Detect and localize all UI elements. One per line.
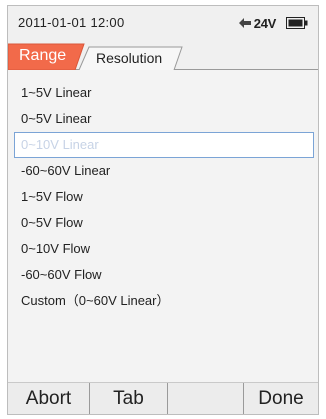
device-screen: 2011-01-01 12:00 24V Range Resolution 1~… [7,5,319,415]
abort-button[interactable]: Abort [8,383,90,414]
list-item-selected[interactable]: 0~10V Linear [14,132,314,158]
range-list: 1~5V Linear 0~5V Linear 0~10V Linear -60… [8,80,318,314]
list-item[interactable]: -60~60V Linear [8,158,318,184]
power-indicator: 24V [238,16,276,31]
status-datetime: 2011-01-01 12:00 [18,15,125,30]
tab-bar: Range Resolution [8,40,318,70]
tab-range[interactable]: Range [8,40,84,70]
tab-button[interactable]: Tab [90,383,168,414]
list-item[interactable]: Custom（0~60V Linear） [8,288,318,314]
done-button[interactable]: Done [244,383,318,414]
list-item[interactable]: 0~5V Linear [8,106,318,132]
list-item[interactable]: 1~5V Linear [8,80,318,106]
list-item[interactable]: 1~5V Flow [8,184,318,210]
tab-resolution[interactable]: Resolution [80,40,180,70]
tab-range-label: Range [19,47,67,64]
list-item[interactable]: 0~10V Flow [8,236,318,262]
range-panel: 1~5V Linear 0~5V Linear 0~10V Linear -60… [8,70,318,380]
plug-icon [238,16,252,30]
list-item[interactable]: 0~5V Flow [8,210,318,236]
voltage-label: 24V [253,15,277,31]
tab-resolution-label: Resolution [96,50,163,66]
battery-icon [286,17,308,29]
softkey-bar: Abort Tab Done [8,382,318,414]
list-item[interactable]: -60~60V Flow [8,262,318,288]
softkey-blank[interactable] [168,383,244,414]
status-bar: 2011-01-01 12:00 24V [8,6,318,40]
status-indicators: 24V [238,14,308,32]
